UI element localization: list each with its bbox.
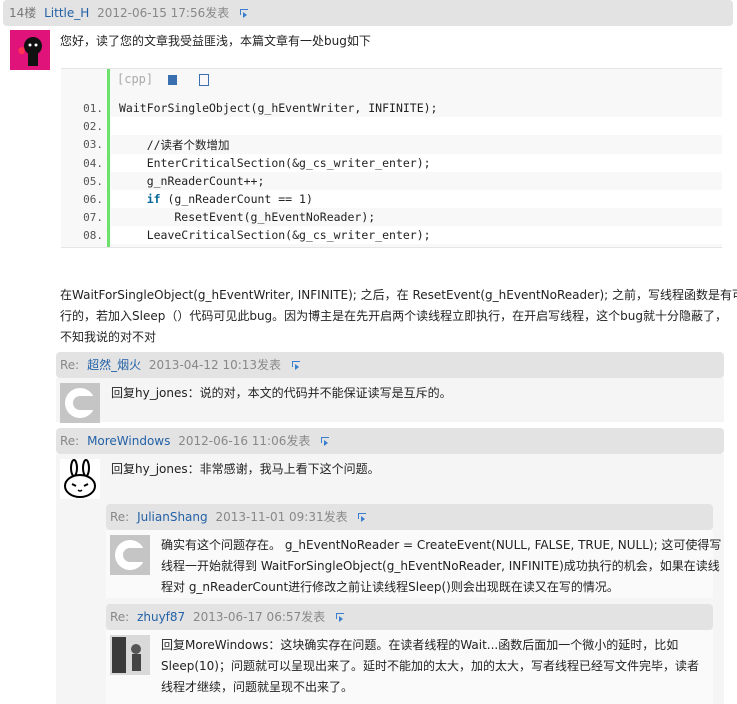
code-line-number: 02. (83, 120, 103, 134)
reply-author-link[interactable]: JulianShang (137, 510, 208, 524)
code-line-number: 04. (83, 156, 103, 170)
reply-header: Re: JulianShang 2013-11-01 09:31发表 (106, 504, 713, 530)
code-gutter-bar (107, 69, 110, 247)
code-line-text: WaitForSingleObject(g_hEventWriter, INFI… (119, 101, 438, 115)
reply-icon[interactable] (320, 436, 330, 446)
avatar-little-h (10, 30, 50, 70)
comment-body-line: 行的，若加入Sleep（）代码可见此bug。因为博主是在先开启两个读线程立即执行… (60, 309, 728, 323)
reply-icon[interactable] (335, 612, 344, 622)
avatar-default-icon (60, 383, 100, 423)
code-line-number: 06. (83, 193, 103, 206)
reply-prefix: Re: (110, 610, 130, 624)
reply-date: 2012-06-16 11:06发表 (178, 434, 311, 448)
reply-body: 回复hy_jones：非常感谢，我马上看下这个问题。 (111, 462, 380, 476)
reply-body-line: 线程才继续，问题就呈现不出来了。 (161, 680, 354, 694)
reply-icon[interactable] (357, 512, 367, 522)
code-line-number: 01. (83, 102, 103, 115)
reply-author-link[interactable]: zhuyf87 (137, 610, 185, 624)
copy-code-icon[interactable] (198, 73, 209, 86)
code-line-text: EnterCriticalSection(&g_cs_writer_enter)… (119, 155, 431, 170)
code-line-number: 03. (83, 138, 103, 152)
reply-body: 回复hy_jones：说的对，本文的代码并不能保证读写是互斥的。 (111, 386, 452, 400)
code-line-text: ResetEvent(g_hEventNoReader); (119, 210, 376, 225)
reply-body-line: 回复MoreWindows：这块确实存在问题。在读者线程的Wait...函数后面… (161, 638, 679, 652)
bunny-avatar-icon (64, 459, 96, 498)
code-line-number: 08. (83, 229, 103, 243)
reply-body-line: 程对 g_nReaderCount进行修改之前让读线程Sleep()则会出现既在… (161, 580, 619, 594)
code-line-text: //读者个数增加 (119, 138, 230, 153)
reply-body: 确实有这个问题存在。 g_hEventNoReader = CreateEven… (161, 535, 722, 598)
floor-number: 14楼 (9, 6, 37, 20)
reply-header: Re: 超然_烟火 2013-04-12 10:13发表 (56, 352, 724, 378)
reply-header: Re: MoreWindows 2012-06-16 11:06发表 (56, 428, 724, 454)
reply-date: 2013-06-17 06:57发表 (193, 610, 326, 624)
comment-body-line: 不知我说的对不对 (60, 330, 157, 344)
code-line-number: 05. (83, 174, 103, 188)
code-line-text: if (g_nReaderCount == 1) (146, 192, 313, 206)
reply-body-line: 确实有这个问题存在。 g_hEventNoReader = CreateEven… (161, 538, 722, 552)
avatar-default-icon (110, 535, 150, 575)
comment-body: 在WaitForSingleObject(g_hEventWriter, INF… (60, 285, 737, 348)
code-keyword: if (146, 192, 161, 206)
reply-author-link[interactable]: MoreWindows (87, 434, 170, 448)
comment-greeting: 您好，读了您的文章我受益匪浅，本篇文章有一处bug如下 (60, 34, 371, 48)
comment-date: 2012-06-15 17:56发表 (97, 6, 230, 20)
avatar-image-icon (10, 30, 50, 70)
person-photo-icon (110, 635, 150, 675)
reply-body-line: Sleep(10)；问题就可以呈现出来了。延时不能加的太大，加的太大，写者线程已… (161, 659, 699, 673)
reply-body: 回复MoreWindows：这块确实存在问题。在读者线程的Wait...函数后面… (161, 635, 716, 698)
avatar-photo (110, 635, 150, 675)
avatar-bunny (60, 459, 100, 499)
comment-header: 14楼 Little_H 2012-06-15 17:56发表 (3, 0, 733, 26)
comment-body-line: 在WaitForSingleObject(g_hEventWriter, INF… (60, 288, 737, 302)
reply-prefix: Re: (110, 510, 130, 524)
code-line-text: LeaveCriticalSection(&g_cs_writer_enter)… (119, 228, 431, 243)
reply-author-link[interactable]: 超然_烟火 (87, 358, 141, 372)
code-line-text: g_nReaderCount++; (119, 173, 265, 188)
code-block: [cpp] 01. WaitForSingleObject(g_hEventWri… (61, 68, 722, 248)
code-line-number: 07. (83, 211, 103, 225)
reply-date: 2013-11-01 09:31发表 (215, 510, 348, 524)
reply-prefix: Re: (60, 358, 80, 372)
reply-icon[interactable] (239, 8, 249, 18)
reply-body-line: 线程一开始就得到 WaitForSingleObject(g_hEventNoR… (161, 559, 720, 573)
code-toolbar: [cpp] (117, 72, 209, 86)
reply-icon[interactable] (291, 360, 300, 370)
code-language: [cpp] (117, 72, 154, 86)
comment-author-link[interactable]: Little_H (44, 6, 89, 20)
reply-header: Re: zhuyf87 2013-06-17 06:57发表 (106, 604, 713, 630)
view-plain-icon[interactable] (168, 74, 178, 85)
reply-date: 2013-04-12 10:13发表 (148, 358, 282, 372)
code-row (111, 117, 722, 136)
reply-prefix: Re: (60, 434, 80, 448)
